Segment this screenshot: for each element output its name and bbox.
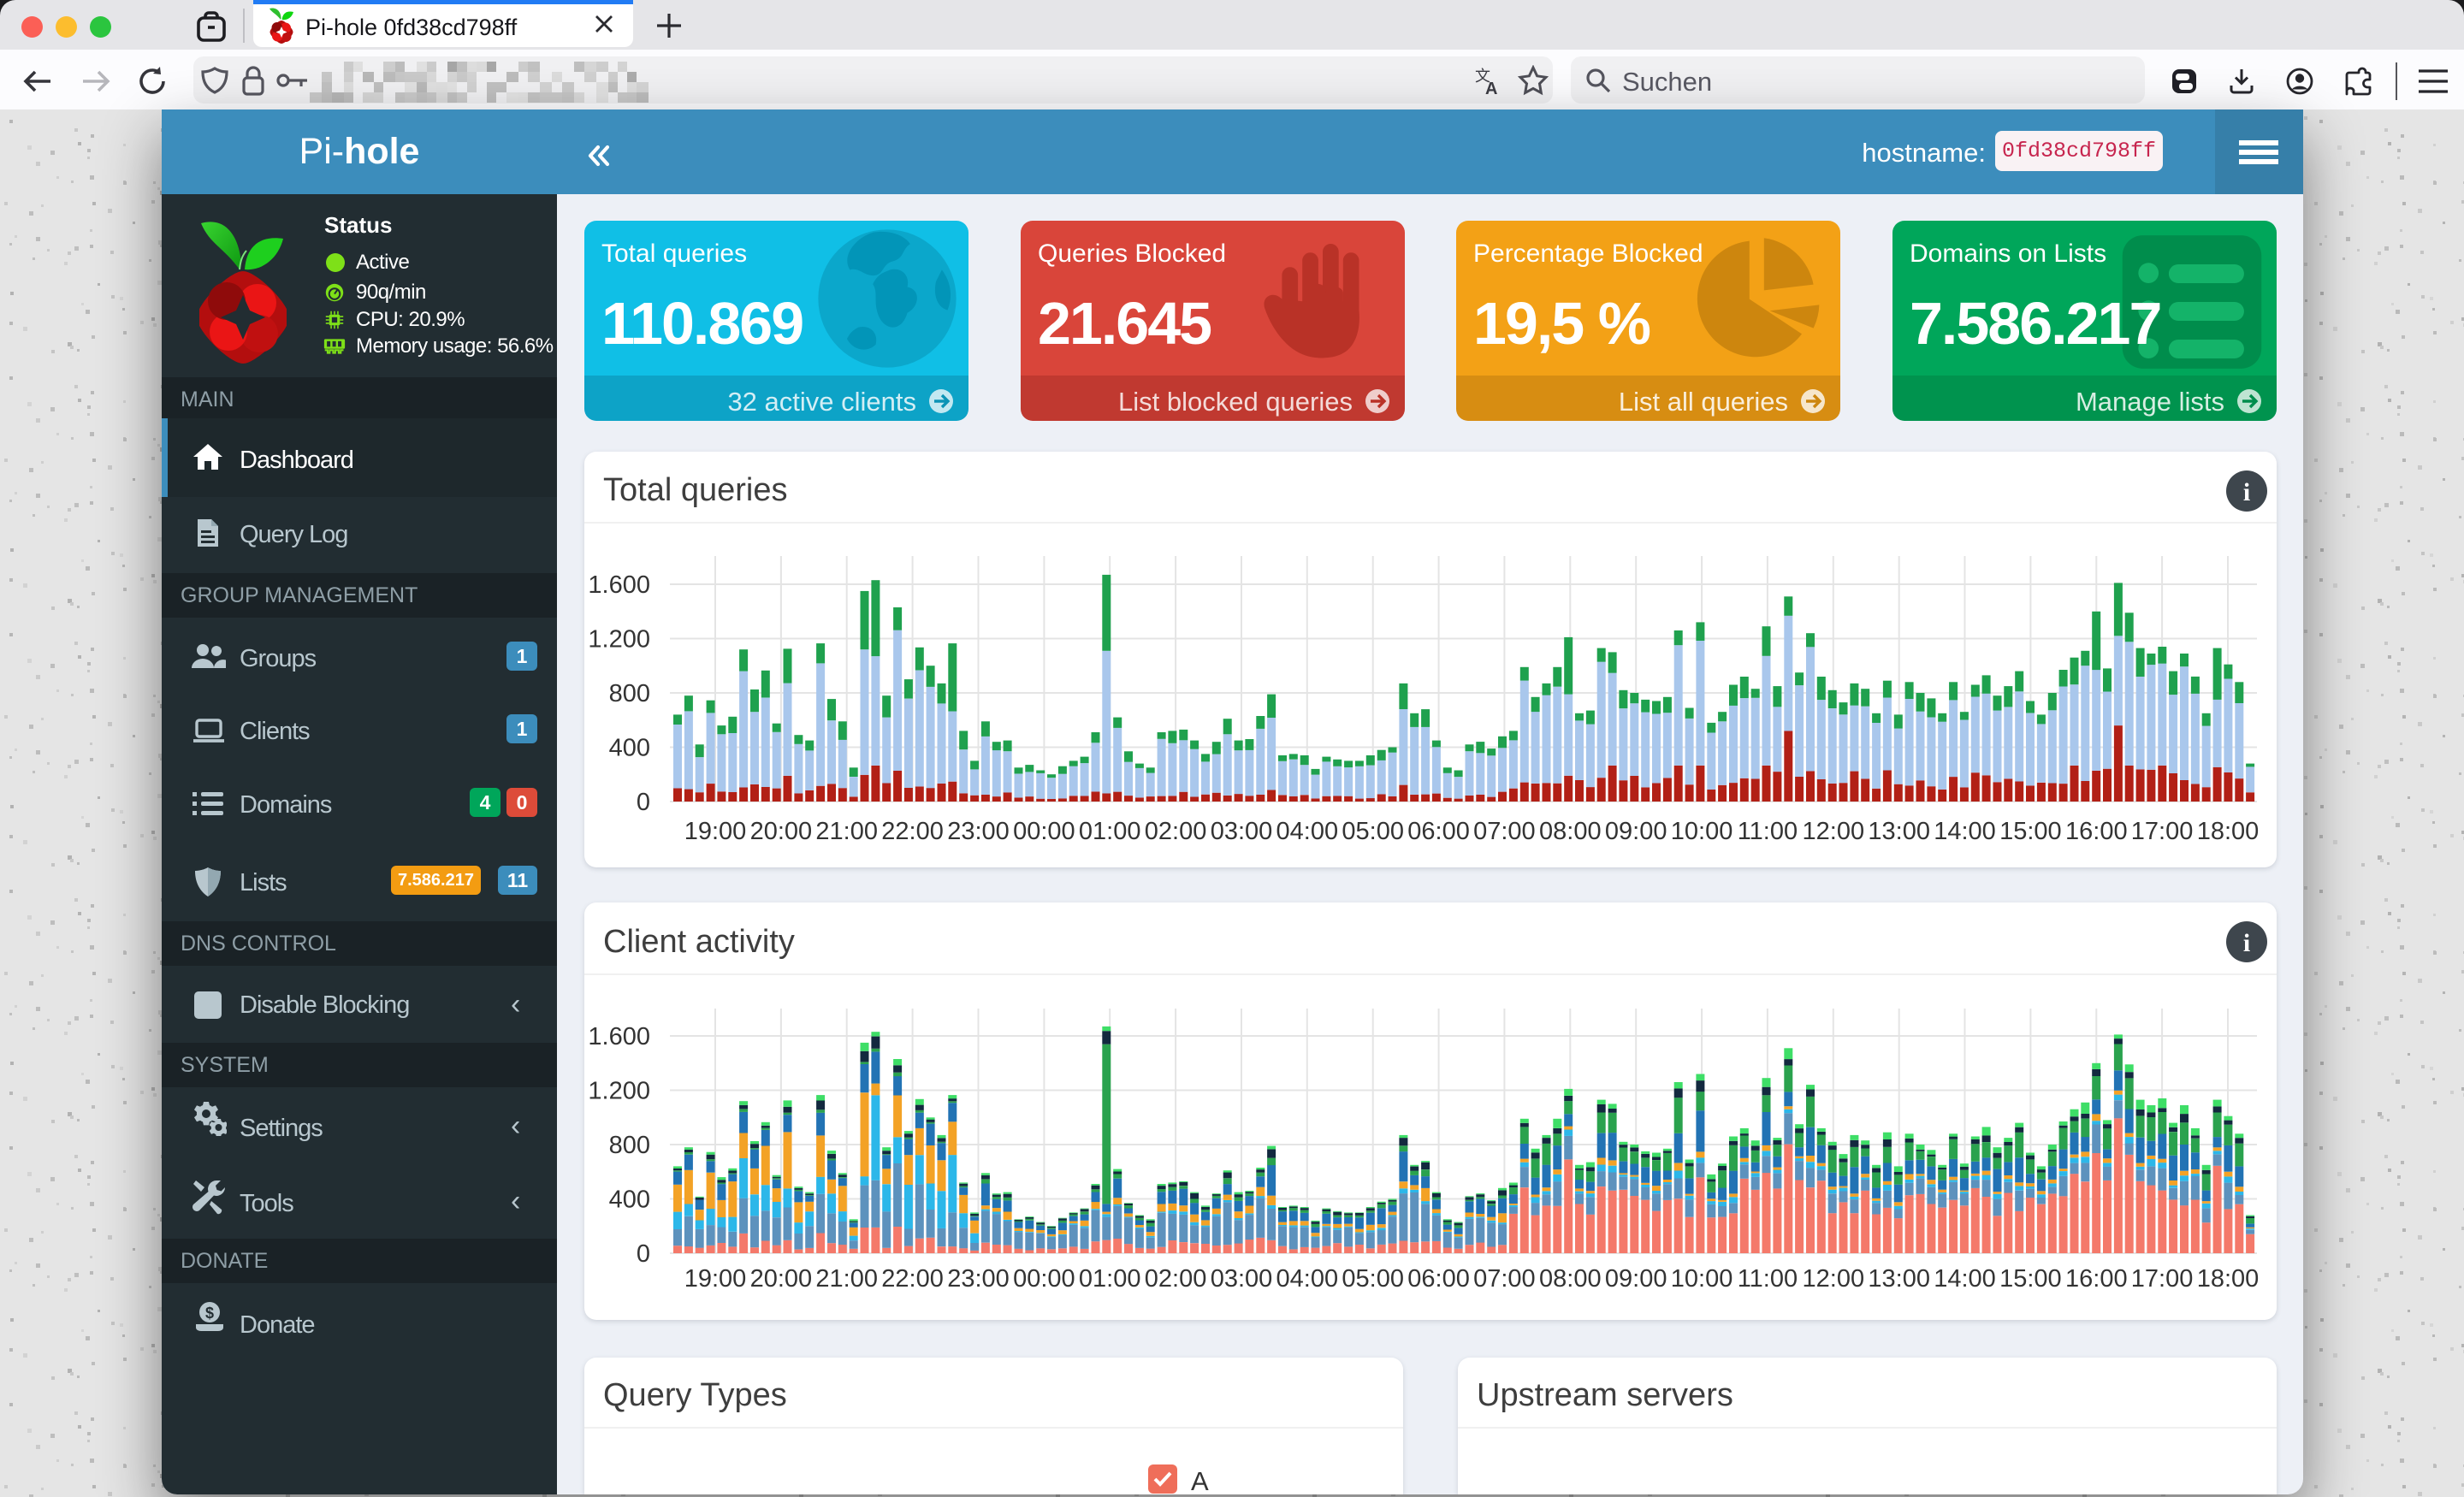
svg-text:04:00: 04:00 [1276,1265,1339,1293]
svg-text:15:00: 15:00 [1999,1265,2062,1293]
svg-text:09:00: 09:00 [1605,1265,1667,1293]
svg-text:12:00: 12:00 [1803,1265,1865,1293]
svg-text:08:00: 08:00 [1539,1265,1602,1293]
svg-text:04:00: 04:00 [1276,818,1339,845]
svg-text:06:00: 06:00 [1407,1265,1470,1293]
svg-text:1.600: 1.600 [588,1023,650,1050]
svg-text:23:00: 23:00 [947,1265,1010,1293]
svg-text:17:00: 17:00 [2131,818,2194,845]
svg-text:13:00: 13:00 [1868,818,1930,845]
svg-text:05:00: 05:00 [1342,1265,1404,1293]
svg-text:07:00: 07:00 [1473,1265,1536,1293]
svg-text:11:00: 11:00 [1738,818,1798,845]
svg-text:00:00: 00:00 [1013,818,1075,845]
svg-text:12:00: 12:00 [1803,818,1865,845]
svg-text:01:00: 01:00 [1079,1265,1141,1293]
svg-text:01:00: 01:00 [1079,818,1141,845]
svg-text:16:00: 16:00 [2065,818,2128,845]
svg-text:05:00: 05:00 [1342,818,1404,845]
svg-text:18:00: 18:00 [2197,1265,2260,1293]
svg-text:800: 800 [609,680,650,707]
svg-text:19:00: 19:00 [684,818,747,845]
svg-text:16:00: 16:00 [2065,1265,2128,1293]
svg-text:400: 400 [609,1186,650,1214]
svg-text:21:00: 21:00 [815,818,878,845]
svg-text:10:00: 10:00 [1671,1265,1733,1293]
svg-text:02:00: 02:00 [1145,818,1207,845]
svg-text:13:00: 13:00 [1868,1265,1930,1293]
svg-text:1.600: 1.600 [588,571,650,599]
svg-text:20:00: 20:00 [750,1265,813,1293]
svg-text:03:00: 03:00 [1211,1265,1273,1293]
svg-text:19:00: 19:00 [684,1265,747,1293]
svg-text:0: 0 [637,789,650,816]
svg-text:20:00: 20:00 [750,818,813,845]
svg-text:02:00: 02:00 [1145,1265,1207,1293]
svg-text:A: A [1485,80,1497,96]
svg-text:800: 800 [609,1132,650,1159]
svg-text:23:00: 23:00 [947,818,1010,845]
svg-text:1.200: 1.200 [588,626,650,654]
svg-text:11:00: 11:00 [1738,1265,1798,1293]
svg-text:00:00: 00:00 [1013,1265,1075,1293]
svg-text:1.200: 1.200 [588,1078,650,1105]
svg-text:22:00: 22:00 [881,818,944,845]
svg-text:$: $ [205,1305,214,1322]
svg-text:15:00: 15:00 [1999,818,2062,845]
svg-text:07:00: 07:00 [1473,818,1536,845]
svg-text:0: 0 [637,1240,650,1268]
svg-text:17:00: 17:00 [2131,1265,2194,1293]
svg-text:10:00: 10:00 [1671,818,1733,845]
svg-text:14:00: 14:00 [1934,818,1996,845]
svg-text:03:00: 03:00 [1211,818,1273,845]
svg-text:06:00: 06:00 [1407,818,1470,845]
svg-text:22:00: 22:00 [881,1265,944,1293]
svg-text:21:00: 21:00 [815,1265,878,1293]
svg-text:400: 400 [609,735,650,762]
svg-text:18:00: 18:00 [2197,818,2260,845]
svg-text:08:00: 08:00 [1539,818,1602,845]
svg-text:14:00: 14:00 [1934,1265,1996,1293]
svg-text:09:00: 09:00 [1605,818,1667,845]
